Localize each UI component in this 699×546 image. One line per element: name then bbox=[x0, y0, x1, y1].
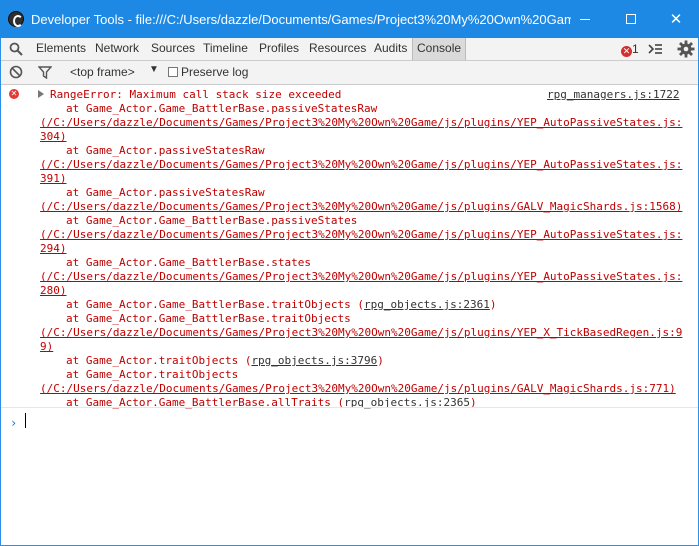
console-output[interactable]: ✕ rpg_managers.js:1722 RangeError: Maxim… bbox=[1, 85, 698, 545]
console-toolbar: <top frame> ▼ Preserve log bbox=[1, 61, 698, 85]
stack-line: 294) bbox=[40, 242, 685, 256]
stack-line: at Game_Actor.Game_BattlerBase.states bbox=[40, 256, 685, 270]
source-link[interactable]: (/C:/Users/dazzle/Documents/Games/Projec… bbox=[40, 326, 682, 339]
tab-resources[interactable]: Resources bbox=[305, 38, 370, 60]
stack-line: (/C:/Users/dazzle/Documents/Games/Projec… bbox=[40, 326, 685, 340]
stack-frame-text: at Game_Actor.passiveStatesRaw bbox=[66, 186, 265, 199]
stack-line: 280) bbox=[40, 284, 685, 298]
stack-line: 304) bbox=[40, 130, 685, 144]
stack-frame-text: at Game_Actor.Game_BattlerBase.states bbox=[66, 256, 312, 269]
preserve-log-checkbox[interactable]: Preserve log bbox=[168, 65, 248, 79]
stack-trace: RangeError: Maximum call stack size exce… bbox=[40, 88, 685, 410]
stack-line: (/C:/Users/dazzle/Documents/Games/Projec… bbox=[40, 382, 685, 396]
gear-icon[interactable] bbox=[677, 40, 695, 58]
stack-line: at Game_Actor.Game_BattlerBase.passiveSt… bbox=[40, 102, 685, 116]
close-button[interactable]: ✕ bbox=[653, 0, 699, 38]
stack-line: at Game_Actor.passiveStatesRaw bbox=[40, 186, 685, 200]
stack-line: (/C:/Users/dazzle/Documents/Games/Projec… bbox=[40, 200, 685, 214]
paren-close: ) bbox=[377, 354, 384, 367]
stack-line: (/C:/Users/dazzle/Documents/Games/Projec… bbox=[40, 158, 685, 172]
tab-sources[interactable]: Sources bbox=[147, 38, 199, 60]
stack-line: at Game_Actor.traitObjects bbox=[40, 368, 685, 382]
error-icon: ✕ bbox=[9, 89, 19, 99]
stack-frame-text: at Game_Actor.passiveStatesRaw bbox=[66, 144, 265, 157]
source-link[interactable]: 304) bbox=[40, 130, 67, 143]
error-count: 1 bbox=[632, 42, 639, 56]
source-link[interactable]: (/C:/Users/dazzle/Documents/Games/Projec… bbox=[40, 158, 682, 171]
tab-audits[interactable]: Audits bbox=[370, 38, 411, 60]
tab-console[interactable]: Console bbox=[412, 38, 467, 60]
paren-close: ) bbox=[489, 298, 497, 311]
source-link[interactable]: rpg_objects.js:2361 bbox=[364, 298, 490, 311]
tab-network[interactable]: Network bbox=[91, 38, 143, 60]
chevron-down-icon[interactable]: ▼ bbox=[149, 64, 159, 75]
minimize-button[interactable] bbox=[562, 0, 608, 38]
stack-line: at Game_Actor.Game_BattlerBase.passiveSt… bbox=[40, 214, 685, 228]
tab-elements[interactable]: Elements bbox=[32, 38, 90, 60]
console-prompt-icon: › bbox=[10, 416, 18, 430]
devtools-window: Developer Tools - file:///C:/Users/dazzl… bbox=[0, 0, 699, 546]
stack-line: at Game_Actor.Game_BattlerBase.traitObje… bbox=[40, 312, 685, 326]
stack-line: (/C:/Users/dazzle/Documents/Games/Projec… bbox=[40, 270, 685, 284]
filter-icon[interactable] bbox=[38, 66, 52, 79]
stack-line: (/C:/Users/dazzle/Documents/Games/Projec… bbox=[40, 116, 685, 130]
stack-line: RangeError: Maximum call stack size exce… bbox=[40, 88, 685, 102]
stack-line: (/C:/Users/dazzle/Documents/Games/Projec… bbox=[40, 228, 685, 242]
window-title: Developer Tools - file:///C:/Users/dazzl… bbox=[31, 12, 571, 27]
source-link[interactable]: 280) bbox=[40, 284, 67, 297]
stack-frame-text: at Game_Actor.traitObjects bbox=[66, 368, 239, 381]
error-message: RangeError: Maximum call stack size exce… bbox=[50, 88, 342, 101]
title-bar[interactable]: Developer Tools - file:///C:/Users/dazzl… bbox=[0, 0, 699, 38]
source-link[interactable]: (/C:/Users/dazzle/Documents/Games/Projec… bbox=[40, 200, 682, 213]
stack-frame-text: at Game_Actor.Game_BattlerBase.passiveSt… bbox=[66, 102, 378, 115]
context-selector[interactable]: <top frame> bbox=[70, 65, 135, 79]
checkbox[interactable] bbox=[168, 67, 178, 77]
search-icon[interactable] bbox=[9, 42, 23, 56]
console-input-caret[interactable] bbox=[25, 413, 26, 428]
tab-profiles[interactable]: Profiles bbox=[255, 38, 303, 60]
source-link[interactable]: (/C:/Users/dazzle/Documents/Games/Projec… bbox=[40, 270, 682, 283]
tab-timeline[interactable]: Timeline bbox=[199, 38, 252, 60]
stack-line: at Game_Actor.traitObjects (rpg_objects.… bbox=[40, 354, 685, 368]
error-icon: ✕ bbox=[621, 46, 632, 57]
panel-tab-bar: Elements Network Sources Timeline Profiles Re… bbox=[1, 38, 698, 61]
stack-frame-text: at Game_Actor.Game_BattlerBase.traitObje… bbox=[66, 312, 351, 325]
clear-console-icon[interactable] bbox=[9, 65, 23, 79]
stack-line: 9) bbox=[40, 340, 685, 354]
source-link[interactable]: (/C:/Users/dazzle/Documents/Games/Projec… bbox=[40, 382, 676, 395]
minimize-icon bbox=[580, 18, 590, 20]
stack-frame-text: at Game_Actor.Game_BattlerBase.traitObje… bbox=[66, 298, 358, 311]
stack-frame-text: at Game_Actor.traitObjects bbox=[66, 354, 245, 367]
close-icon: ✕ bbox=[669, 11, 683, 28]
maximize-button[interactable] bbox=[608, 0, 654, 38]
preserve-log-label: Preserve log bbox=[181, 65, 249, 79]
chrome-devtools-icon bbox=[8, 11, 24, 27]
stack-line: at Game_Actor.passiveStatesRaw bbox=[40, 144, 685, 158]
stack-line: 391) bbox=[40, 172, 685, 186]
source-link[interactable]: 294) bbox=[40, 242, 67, 255]
error-count-badge[interactable]: ✕ 1 bbox=[621, 42, 639, 57]
maximize-icon bbox=[626, 14, 636, 24]
devtools-client: Elements Network Sources Timeline Profiles Re… bbox=[1, 38, 698, 545]
stack-line: at Game_Actor.Game_BattlerBase.traitObje… bbox=[40, 298, 685, 312]
source-link[interactable]: (/C:/Users/dazzle/Documents/Games/Projec… bbox=[40, 116, 682, 129]
stack-frame-text: at Game_Actor.Game_BattlerBase.passiveSt… bbox=[66, 214, 358, 227]
console-drawer-icon[interactable] bbox=[647, 41, 663, 57]
source-link[interactable]: rpg_objects.js:3796 bbox=[251, 354, 377, 367]
source-link[interactable]: 391) bbox=[40, 172, 67, 185]
divider bbox=[1, 407, 698, 408]
source-link[interactable]: (/C:/Users/dazzle/Documents/Games/Projec… bbox=[40, 228, 682, 241]
source-link[interactable]: 9) bbox=[40, 340, 53, 353]
